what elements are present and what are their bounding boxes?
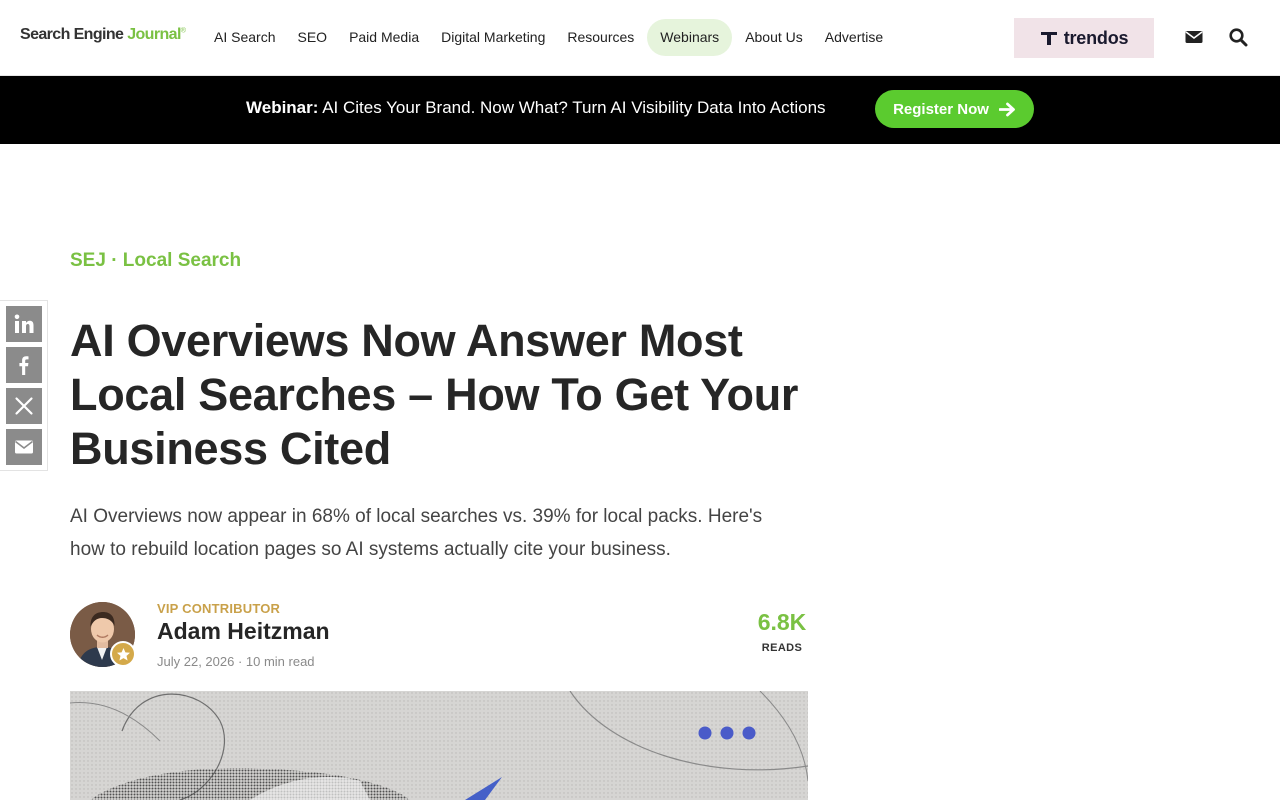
- reads-label: READS: [761, 642, 803, 654]
- hero-image: [70, 691, 808, 800]
- search-icon[interactable]: [1228, 27, 1248, 47]
- register-now-button[interactable]: Register Now: [875, 90, 1034, 128]
- share-linkedin-button[interactable]: [6, 306, 42, 342]
- logo-trademark: ®: [180, 27, 186, 35]
- author-name[interactable]: Adam Heitzman: [157, 618, 330, 645]
- x-icon: [15, 397, 33, 415]
- article-summary: AI Overviews now appear in 68% of local …: [70, 506, 763, 560]
- nav-item-ai-search[interactable]: AI Search: [203, 19, 286, 56]
- site-logo[interactable]: Search Engine Journal®: [20, 26, 186, 44]
- vip-badge: [110, 641, 136, 667]
- linkedin-icon: [14, 314, 34, 333]
- logo-accent-text: Journal: [127, 26, 181, 43]
- trendos-logo-icon: [1040, 32, 1057, 45]
- share-email-button[interactable]: [6, 429, 42, 465]
- article-meta: July 22, 2026 · 10 min read: [157, 654, 315, 669]
- reads-count: 6.8K: [757, 609, 807, 635]
- hero-illustration: [70, 691, 808, 800]
- nav-item-advertise[interactable]: Advertise: [814, 19, 894, 56]
- article-category[interactable]: SEJ · Local Search: [70, 250, 241, 272]
- contributor-badge-label: VIP CONTRIBUTOR: [157, 601, 281, 616]
- main-nav: AI Search SEO Paid Media Digital Marketi…: [203, 19, 894, 56]
- nav-item-about-us[interactable]: About Us: [734, 19, 814, 56]
- webinar-banner-text[interactable]: Webinar: AI Cites Your Brand. Now What? …: [246, 98, 826, 118]
- share-x-button[interactable]: [6, 388, 42, 424]
- share-rail: [0, 300, 48, 471]
- sponsor-name: trendos: [1063, 27, 1129, 48]
- webinar-banner: Webinar: AI Cites Your Brand. Now What? …: [0, 76, 1280, 144]
- share-facebook-button[interactable]: [6, 347, 42, 383]
- sponsor-ad[interactable]: trendos: [1014, 18, 1154, 58]
- site-header: Search Engine Journal® AI Search SEO Pai…: [0, 0, 1280, 76]
- nav-item-paid-media[interactable]: Paid Media: [338, 19, 430, 56]
- facebook-icon: [19, 356, 29, 375]
- star-icon: [116, 647, 130, 660]
- nav-item-digital-marketing[interactable]: Digital Marketing: [430, 19, 556, 56]
- envelope-icon[interactable]: [1184, 27, 1204, 47]
- webinar-title: AI Cites Your Brand. Now What? Turn AI V…: [318, 98, 826, 117]
- register-button-label: Register Now: [893, 100, 989, 118]
- arrow-right-icon: [998, 102, 1015, 116]
- email-icon: [15, 440, 33, 454]
- nav-item-resources[interactable]: Resources: [556, 19, 645, 56]
- webinar-label: Webinar:: [246, 98, 319, 117]
- nav-item-webinars[interactable]: Webinars: [647, 19, 733, 56]
- logo-main-text: Search Engine: [20, 26, 128, 43]
- nav-item-seo[interactable]: SEO: [286, 19, 338, 56]
- article-title: AI Overviews Now Answer Most Local Searc…: [70, 315, 799, 474]
